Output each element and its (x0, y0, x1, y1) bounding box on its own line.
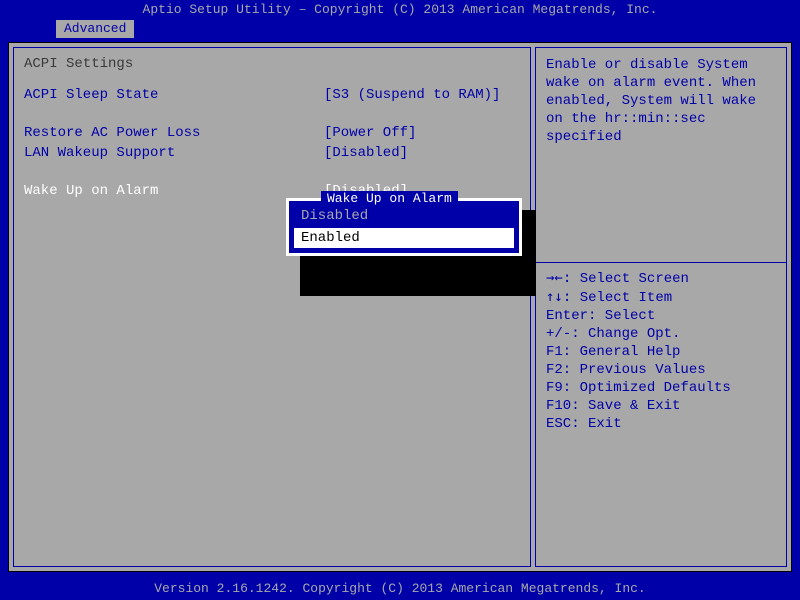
setting-label: Restore AC Power Loss (24, 124, 324, 142)
popup-option-disabled[interactable]: Disabled (295, 207, 513, 225)
popup-option-enabled[interactable]: Enabled (295, 229, 513, 247)
setting-value: [Disabled] (324, 144, 520, 162)
arrows-ud-icon: ↑↓: (546, 289, 571, 305)
main-frame: ACPI Settings ACPI Sleep State [S3 (Susp… (8, 42, 792, 572)
setting-acpi-sleep-state[interactable]: ACPI Sleep State [S3 (Suspend to RAM)] (24, 86, 520, 104)
arrows-lr-icon: →←: (546, 270, 571, 286)
key-f10: F10: Save & Exit (546, 397, 776, 415)
help-pane: Enable or disable System wake on alarm e… (535, 47, 787, 567)
key-changeopt: +/-: Change Opt. (546, 325, 776, 343)
settings-pane: ACPI Settings ACPI Sleep State [S3 (Susp… (13, 47, 531, 567)
key-enter: Enter: Select (546, 307, 776, 325)
key-f2: F2: Previous Values (546, 361, 776, 379)
footer-bar: Version 2.16.1242. Copyright (C) 2013 Am… (0, 578, 800, 600)
divider (536, 262, 786, 263)
tab-row: Advanced (0, 20, 800, 42)
key-help: →←: Select Screen ↑↓: Select Item Enter:… (546, 269, 776, 433)
key-label: Select Screen (580, 271, 689, 287)
setting-restore-ac[interactable]: Restore AC Power Loss [Power Off] (24, 124, 520, 142)
popup-title: Wake Up on Alarm (321, 191, 458, 206)
setting-label: LAN Wakeup Support (24, 144, 324, 162)
tab-advanced[interactable]: Advanced (56, 20, 134, 38)
key-label: Select Item (580, 290, 672, 306)
setting-label: Wake Up on Alarm (24, 182, 324, 200)
option-popup: Wake Up on Alarm Disabled Enabled (286, 198, 522, 256)
key-select-screen: →←: Select Screen (546, 269, 776, 288)
key-select-item: ↑↓: Select Item (546, 288, 776, 307)
key-esc: ESC: Exit (546, 415, 776, 433)
key-f9: F9: Optimized Defaults (546, 379, 776, 397)
help-text: Enable or disable System wake on alarm e… (546, 56, 776, 256)
setting-value: [S3 (Suspend to RAM)] (324, 86, 520, 104)
key-f1: F1: General Help (546, 343, 776, 361)
setting-label: ACPI Sleep State (24, 86, 324, 104)
spacer (24, 106, 520, 124)
section-title: ACPI Settings (24, 56, 520, 72)
setting-value: [Power Off] (324, 124, 520, 142)
spacer (24, 164, 520, 182)
setting-lan-wakeup[interactable]: LAN Wakeup Support [Disabled] (24, 144, 520, 162)
title-bar: Aptio Setup Utility – Copyright (C) 2013… (0, 0, 800, 20)
